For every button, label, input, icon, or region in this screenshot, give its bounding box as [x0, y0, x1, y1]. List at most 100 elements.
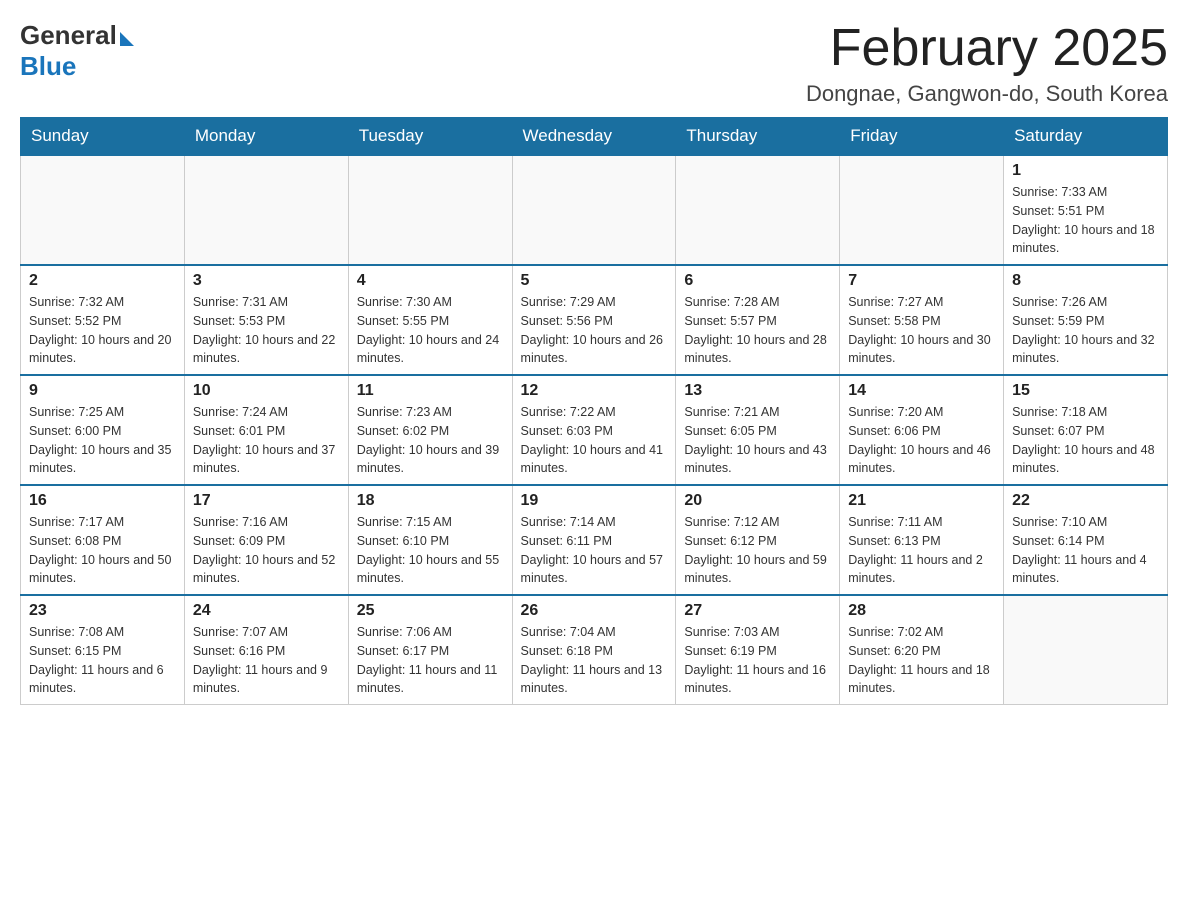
day-number: 16 — [29, 492, 176, 510]
day-number: 20 — [684, 492, 831, 510]
day-info: Sunrise: 7:14 AMSunset: 6:11 PMDaylight:… — [521, 513, 668, 588]
day-of-week-header: Saturday — [1004, 118, 1168, 156]
day-info: Sunrise: 7:08 AMSunset: 6:15 PMDaylight:… — [29, 623, 176, 698]
day-of-week-header: Monday — [184, 118, 348, 156]
day-info: Sunrise: 7:33 AMSunset: 5:51 PMDaylight:… — [1012, 183, 1159, 258]
calendar-cell: 4 Sunrise: 7:30 AMSunset: 5:55 PMDaylight… — [348, 265, 512, 375]
day-number: 24 — [193, 602, 340, 620]
day-of-week-header: Wednesday — [512, 118, 676, 156]
calendar-week-row: 16 Sunrise: 7:17 AMSunset: 6:08 PMDayligh… — [21, 485, 1168, 595]
day-info: Sunrise: 7:32 AMSunset: 5:52 PMDaylight:… — [29, 293, 176, 368]
logo-general-text: General — [20, 20, 117, 51]
calendar-cell: 2 Sunrise: 7:32 AMSunset: 5:52 PMDaylight… — [21, 265, 185, 375]
calendar-cell: 3Sunrise: 7:31 AMSunset: 5:53 PMDaylight… — [184, 265, 348, 375]
logo-blue-text: Blue — [20, 51, 76, 82]
day-number: 17 — [193, 492, 340, 510]
day-info: Sunrise: 7:15 AMSunset: 6:10 PMDaylight:… — [357, 513, 504, 588]
day-info: Sunrise: 7:06 AMSunset: 6:17 PMDaylight:… — [357, 623, 504, 698]
calendar-cell — [348, 155, 512, 265]
day-info: Sunrise: 7:10 AMSunset: 6:14 PMDaylight:… — [1012, 513, 1159, 588]
calendar-cell: 5 Sunrise: 7:29 AMSunset: 5:56 PMDaylight… — [512, 265, 676, 375]
day-info: Sunrise: 7:28 AMSunset: 5:57 PMDaylight:… — [684, 293, 831, 368]
day-number: 10 — [193, 382, 340, 400]
day-number: 27 — [684, 602, 831, 620]
calendar-cell: 11 Sunrise: 7:23 AMSunset: 6:02 PMDayligh… — [348, 375, 512, 485]
day-number: 22 — [1012, 492, 1159, 510]
calendar-cell — [184, 155, 348, 265]
day-number: 2 — [29, 272, 176, 290]
day-info: Sunrise: 7:26 AMSunset: 5:59 PMDaylight:… — [1012, 293, 1159, 368]
day-number: 12 — [521, 382, 668, 400]
day-number: 9 — [29, 382, 176, 400]
calendar-cell: 24 Sunrise: 7:07 AMSunset: 6:16 PMDayligh… — [184, 595, 348, 705]
day-number: 18 — [357, 492, 504, 510]
calendar-cell: 21 Sunrise: 7:11 AMSunset: 6:13 PMDayligh… — [840, 485, 1004, 595]
day-number: 13 — [684, 382, 831, 400]
day-number: 25 — [357, 602, 504, 620]
logo-arrow-icon — [120, 32, 134, 46]
day-number: 6 — [684, 272, 831, 290]
calendar-cell: 19 Sunrise: 7:14 AMSunset: 6:11 PMDayligh… — [512, 485, 676, 595]
day-info: Sunrise: 7:30 AMSunset: 5:55 PMDaylight:… — [357, 293, 504, 368]
calendar-cell: 26 Sunrise: 7:04 AMSunset: 6:18 PMDayligh… — [512, 595, 676, 705]
page-header: General Blue February 2025 Dongnae, Gang… — [20, 20, 1168, 107]
calendar-cell: 6 Sunrise: 7:28 AMSunset: 5:57 PMDaylight… — [676, 265, 840, 375]
day-info: Sunrise: 7:25 AMSunset: 6:00 PMDaylight:… — [29, 403, 176, 478]
calendar-cell: 27 Sunrise: 7:03 AMSunset: 6:19 PMDayligh… — [676, 595, 840, 705]
day-of-week-header: Friday — [840, 118, 1004, 156]
day-info: Sunrise: 7:24 AMSunset: 6:01 PMDaylight:… — [193, 403, 340, 478]
day-info: Sunrise: 7:29 AMSunset: 5:56 PMDaylight:… — [521, 293, 668, 368]
calendar-cell: 16 Sunrise: 7:17 AMSunset: 6:08 PMDayligh… — [21, 485, 185, 595]
day-info: Sunrise: 7:02 AMSunset: 6:20 PMDaylight:… — [848, 623, 995, 698]
day-info: Sunrise: 7:21 AMSunset: 6:05 PMDaylight:… — [684, 403, 831, 478]
day-info: Sunrise: 7:16 AMSunset: 6:09 PMDaylight:… — [193, 513, 340, 588]
calendar-week-row: 23 Sunrise: 7:08 AMSunset: 6:15 PMDayligh… — [21, 595, 1168, 705]
day-info: Sunrise: 7:04 AMSunset: 6:18 PMDaylight:… — [521, 623, 668, 698]
month-title: February 2025 — [806, 20, 1168, 77]
calendar-cell: 25 Sunrise: 7:06 AMSunset: 6:17 PMDayligh… — [348, 595, 512, 705]
calendar-table: SundayMondayTuesdayWednesdayThursdayFrid… — [20, 117, 1168, 705]
day-number: 15 — [1012, 382, 1159, 400]
calendar-cell — [676, 155, 840, 265]
day-of-week-header: Sunday — [21, 118, 185, 156]
day-info: Sunrise: 7:03 AMSunset: 6:19 PMDaylight:… — [684, 623, 831, 698]
day-info: Sunrise: 7:12 AMSunset: 6:12 PMDaylight:… — [684, 513, 831, 588]
calendar-cell: 14Sunrise: 7:20 AMSunset: 6:06 PMDayligh… — [840, 375, 1004, 485]
day-number: 19 — [521, 492, 668, 510]
calendar-cell: 28 Sunrise: 7:02 AMSunset: 6:20 PMDayligh… — [840, 595, 1004, 705]
location-title: Dongnae, Gangwon-do, South Korea — [806, 81, 1168, 107]
day-number: 11 — [357, 382, 504, 400]
day-number: 3 — [193, 272, 340, 290]
calendar-cell: 22 Sunrise: 7:10 AMSunset: 6:14 PMDayligh… — [1004, 485, 1168, 595]
day-info: Sunrise: 7:17 AMSunset: 6:08 PMDaylight:… — [29, 513, 176, 588]
calendar-cell: 8 Sunrise: 7:26 AMSunset: 5:59 PMDaylight… — [1004, 265, 1168, 375]
day-number: 26 — [521, 602, 668, 620]
calendar-cell: 15 Sunrise: 7:18 AMSunset: 6:07 PMDayligh… — [1004, 375, 1168, 485]
day-number: 4 — [357, 272, 504, 290]
day-number: 5 — [521, 272, 668, 290]
calendar-cell — [512, 155, 676, 265]
day-number: 14 — [848, 382, 995, 400]
title-section: February 2025 Dongnae, Gangwon-do, South… — [806, 20, 1168, 107]
day-info: Sunrise: 7:11 AMSunset: 6:13 PMDaylight:… — [848, 513, 995, 588]
day-of-week-header: Thursday — [676, 118, 840, 156]
day-info: Sunrise: 7:27 AMSunset: 5:58 PMDaylight:… — [848, 293, 995, 368]
day-number: 1 — [1012, 162, 1159, 180]
calendar-cell: 23 Sunrise: 7:08 AMSunset: 6:15 PMDayligh… — [21, 595, 185, 705]
calendar-cell: 9 Sunrise: 7:25 AMSunset: 6:00 PMDaylight… — [21, 375, 185, 485]
day-number: 28 — [848, 602, 995, 620]
day-number: 8 — [1012, 272, 1159, 290]
day-info: Sunrise: 7:07 AMSunset: 6:16 PMDaylight:… — [193, 623, 340, 698]
calendar-cell: 1 Sunrise: 7:33 AMSunset: 5:51 PMDaylight… — [1004, 155, 1168, 265]
calendar-cell: 7 Sunrise: 7:27 AMSunset: 5:58 PMDaylight… — [840, 265, 1004, 375]
calendar-cell — [840, 155, 1004, 265]
calendar-cell: 10 Sunrise: 7:24 AMSunset: 6:01 PMDayligh… — [184, 375, 348, 485]
day-info: Sunrise: 7:23 AMSunset: 6:02 PMDaylight:… — [357, 403, 504, 478]
calendar-cell: 20 Sunrise: 7:12 AMSunset: 6:12 PMDayligh… — [676, 485, 840, 595]
day-number: 7 — [848, 272, 995, 290]
calendar-cell — [21, 155, 185, 265]
day-number: 23 — [29, 602, 176, 620]
day-number: 21 — [848, 492, 995, 510]
day-info: Sunrise: 7:18 AMSunset: 6:07 PMDaylight:… — [1012, 403, 1159, 478]
calendar-cell: 13 Sunrise: 7:21 AMSunset: 6:05 PMDayligh… — [676, 375, 840, 485]
